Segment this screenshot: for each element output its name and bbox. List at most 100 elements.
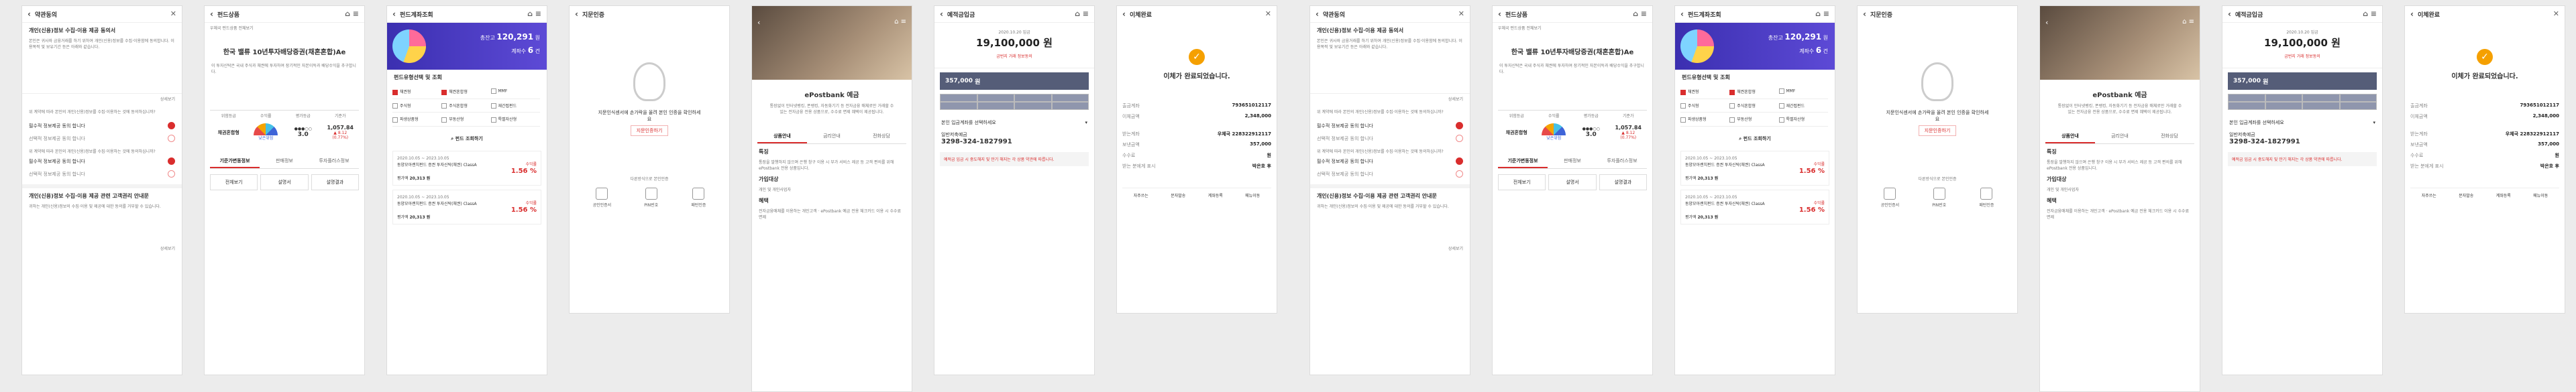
fund-list-item[interactable]: 2020.10.05 ~ 2023.10.05 동양모아랜치펀드 증권 투자신탁… <box>392 150 541 186</box>
keypad-key[interactable] <box>977 102 1014 110</box>
keypad-key[interactable] <box>2265 102 2302 110</box>
close-icon[interactable]: ✕ <box>1458 9 1464 18</box>
tab-rate-info[interactable]: 금리안내 <box>807 130 857 143</box>
register-button[interactable]: 계좌등록 <box>2485 188 2522 202</box>
tab-phone[interactable]: 전화상담 <box>2145 130 2194 143</box>
filter-checkbox[interactable]: 파생상품형 <box>392 113 442 127</box>
keypad-key[interactable] <box>1051 102 1089 110</box>
selected-account[interactable]: 일반저축예금 3298-324-1827991 <box>2222 129 2382 148</box>
menu-button[interactable]: 메뉴이동 <box>1234 188 1272 202</box>
filter-checkbox[interactable]: 주식형 <box>1680 99 1730 113</box>
tab-price-info[interactable]: 기준가변동정보 <box>210 155 260 168</box>
amount-input[interactable]: 357,000 원 <box>2228 72 2377 90</box>
fund-list-item[interactable]: 2020.10.05 ~ 2023.10.05 동양모아랜치펀드 증권 투자신탁… <box>1680 189 1829 224</box>
home-icon[interactable]: ⌂ ≡ <box>2363 9 2377 18</box>
keypad-key[interactable] <box>2228 94 2265 102</box>
consent-item-required[interactable]: 필수적 정보제공 동의 합니다 <box>22 155 182 168</box>
retry-button[interactable]: 지문인증하기 <box>1918 125 1957 136</box>
back-icon[interactable]: ‹ <box>2410 9 2414 19</box>
filter-checkbox[interactable]: 주식혼합형 <box>441 99 491 113</box>
pattern-method[interactable]: 패턴인증 <box>1979 188 1994 208</box>
filter-checkbox[interactable]: 부동산형 <box>441 113 491 127</box>
view-all-button[interactable]: 전체보기 <box>210 174 258 190</box>
fund-list-item[interactable]: 2020.10.05 ~ 2023.10.05 동양모아랜치펀드 증권 투자신탁… <box>1680 150 1829 186</box>
keypad-key[interactable] <box>940 94 977 102</box>
amount-input[interactable]: 357,000 원 <box>940 72 1089 90</box>
filter-checkbox[interactable]: 특별자산형 <box>1778 113 1828 127</box>
home-icon[interactable]: ⌂ ≡ <box>527 9 541 18</box>
keypad-key[interactable] <box>2339 102 2377 110</box>
consent-item-required[interactable]: 필수적 정보제공 동의 합니다 <box>1310 119 1470 132</box>
check-icon[interactable] <box>1456 157 1463 165</box>
filter-checkbox[interactable]: 재간접펀드 <box>490 99 540 113</box>
detail-link[interactable]: 상세보기 <box>1448 96 1463 103</box>
back-icon[interactable]: ‹ <box>2045 18 2048 27</box>
filter-checkbox[interactable]: 파생상품형 <box>1680 113 1730 127</box>
info-link[interactable]: 금번지 거래 정보동의 <box>934 54 1094 60</box>
filter-checkbox[interactable]: 채권혼합형 <box>1729 85 1779 99</box>
favorite-button[interactable]: 자주쓰는 <box>1122 188 1160 202</box>
cert-method[interactable]: 공인인증서 <box>593 188 611 208</box>
view-all-button[interactable]: 전체보기 <box>1498 174 1546 190</box>
account-select-label[interactable]: 본인 입금계좌를 선택하세요 ▾ <box>2222 117 2382 129</box>
back-icon[interactable]: ‹ <box>210 9 213 19</box>
pin-method[interactable]: PIN번호 <box>1932 188 1946 208</box>
menu-button[interactable]: 메뉴이동 <box>2522 188 2560 202</box>
keypad-key[interactable] <box>2302 94 2340 102</box>
home-icon[interactable]: ⌂ ≡ <box>2182 18 2194 25</box>
back-icon[interactable]: ‹ <box>1680 9 1684 19</box>
fund-list-item[interactable]: 2020.10.05 ~ 2023.10.05 동양모아랜치펀드 증권 투자신탁… <box>392 189 541 224</box>
consent-item-optional[interactable]: 선택적 정보제공 동의 합니다 <box>22 132 182 145</box>
search-button[interactable]: ⌕ 펀드 조회하기 <box>392 132 541 145</box>
selected-account[interactable]: 일반저축예금 3298-324-1827991 <box>934 129 1094 148</box>
home-icon[interactable]: ⌂ ≡ <box>894 18 906 25</box>
check-icon[interactable] <box>168 122 175 129</box>
pin-method[interactable]: PIN번호 <box>644 188 658 208</box>
check-icon[interactable] <box>1456 170 1463 178</box>
consent-item-required[interactable]: 필수적 정보제공 동의 합니다 <box>22 119 182 132</box>
check-icon[interactable] <box>1456 122 1463 129</box>
home-icon[interactable]: ⌂ ≡ <box>345 9 359 18</box>
keypad-key[interactable] <box>2339 94 2377 102</box>
close-icon[interactable]: ✕ <box>170 9 176 18</box>
result-button[interactable]: 설명결과 <box>311 174 359 190</box>
filter-checkbox[interactable]: 채권혼합형 <box>441 85 491 99</box>
info-link[interactable]: 금번지 거래 정보동의 <box>2222 54 2382 60</box>
consent-item-optional[interactable]: 선택적 정보제공 동의 합니다 <box>1310 132 1470 145</box>
filter-checkbox[interactable]: 채권형 <box>392 85 442 99</box>
back-icon[interactable]: ‹ <box>575 9 578 19</box>
keypad-key[interactable] <box>2302 102 2340 110</box>
search-button[interactable]: ⌕ 펀드 조회하기 <box>1680 132 1829 145</box>
close-icon[interactable]: ✕ <box>1265 9 1271 18</box>
back-icon[interactable]: ‹ <box>1316 9 1319 19</box>
back-icon[interactable]: ‹ <box>1863 9 1866 19</box>
tab-product-info[interactable]: 상품안내 <box>757 130 807 143</box>
home-icon[interactable]: ⌂ ≡ <box>1075 9 1089 18</box>
favorite-button[interactable]: 자주쓰는 <box>2410 188 2448 202</box>
back-icon[interactable]: ‹ <box>940 9 943 19</box>
check-icon[interactable] <box>1456 135 1463 142</box>
filter-checkbox[interactable]: 채권형 <box>1680 85 1730 99</box>
detail-link[interactable]: 상세보기 <box>1448 246 1463 252</box>
back-icon[interactable]: ‹ <box>28 9 31 19</box>
keypad-key[interactable] <box>2265 94 2302 102</box>
keypad-key[interactable] <box>1014 94 1052 102</box>
back-icon[interactable]: ‹ <box>1122 9 1126 19</box>
filter-checkbox[interactable]: 특별자산형 <box>490 113 540 127</box>
consent-item-required[interactable]: 필수적 정보제공 동의 합니다 <box>1310 155 1470 168</box>
detail-link[interactable]: 상세보기 <box>160 96 175 103</box>
keypad-key[interactable] <box>2228 102 2265 110</box>
cert-method[interactable]: 공인인증서 <box>1881 188 1899 208</box>
tab-sales-info[interactable]: 판매정보 <box>260 155 309 168</box>
tab-invest-info[interactable]: 투자플러스정보 <box>309 155 359 168</box>
check-icon[interactable] <box>168 170 175 178</box>
detail-link[interactable]: 상세보기 <box>160 246 175 252</box>
keypad-key[interactable] <box>1014 102 1052 110</box>
home-icon[interactable]: ⌂ ≡ <box>1815 9 1829 18</box>
back-icon[interactable]: ‹ <box>757 18 760 27</box>
tab-price-info[interactable]: 기준가변동정보 <box>1498 155 1548 168</box>
result-button[interactable]: 설명결과 <box>1599 174 1647 190</box>
consent-item-optional[interactable]: 선택적 정보제공 동의 합니다 <box>22 168 182 180</box>
filter-checkbox[interactable]: 주식형 <box>392 99 442 113</box>
sms-button[interactable]: 문자발송 <box>1160 188 1197 202</box>
